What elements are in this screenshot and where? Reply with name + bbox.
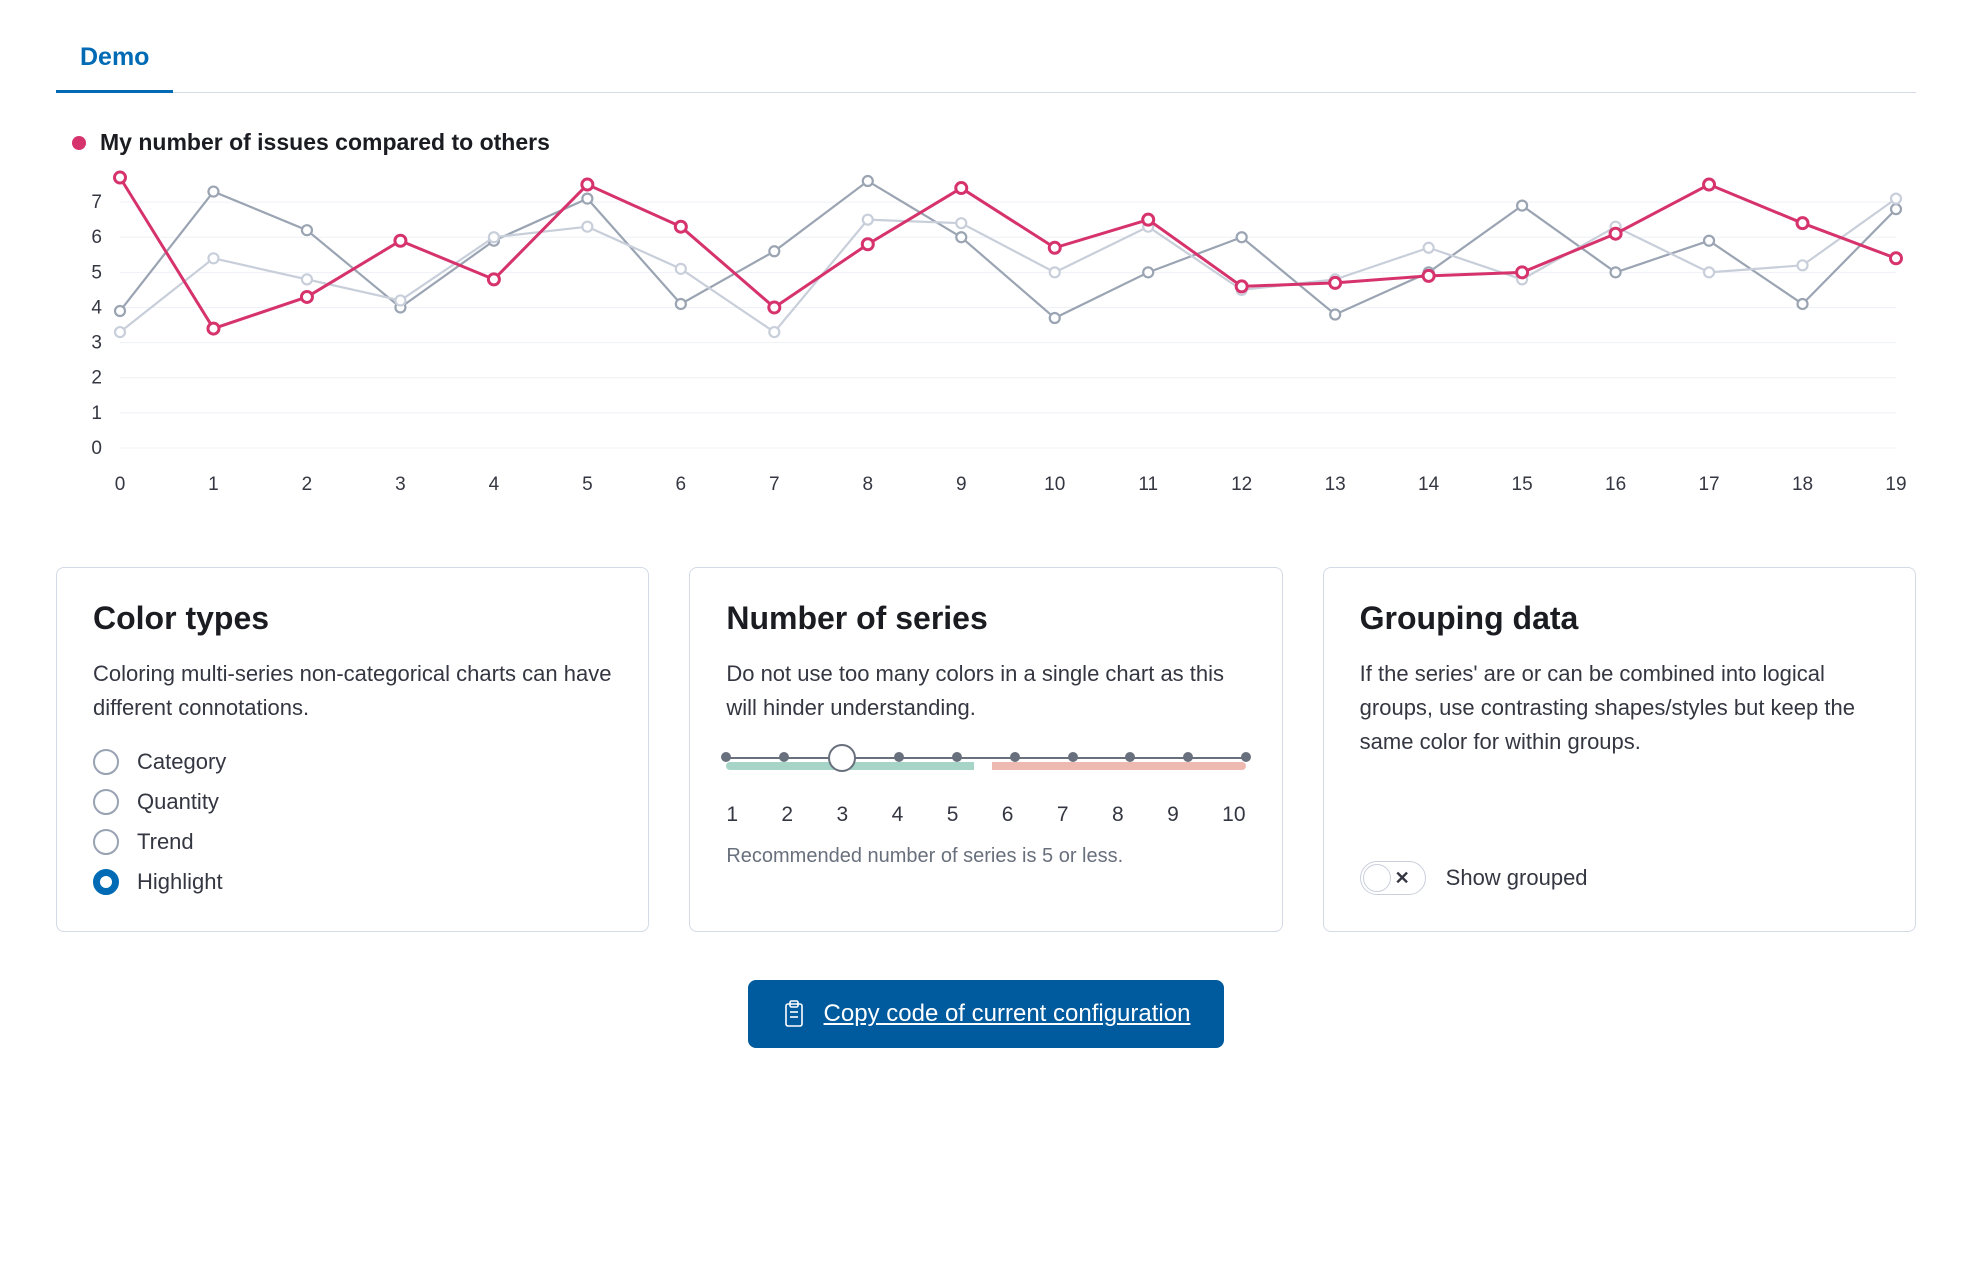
svg-text:4: 4 bbox=[489, 474, 500, 495]
radio-trend[interactable]: Trend bbox=[93, 829, 612, 855]
svg-text:15: 15 bbox=[1512, 474, 1533, 495]
svg-text:6: 6 bbox=[676, 474, 687, 495]
svg-text:5: 5 bbox=[582, 474, 593, 495]
close-icon: ✕ bbox=[1391, 868, 1423, 889]
card-color-types: Color types Coloring multi-series non-ca… bbox=[56, 567, 649, 932]
radio-highlight[interactable]: Highlight bbox=[93, 869, 612, 895]
series-slider[interactable] bbox=[726, 749, 1245, 789]
slider-hint: Recommended number of series is 5 or les… bbox=[726, 845, 1245, 868]
svg-text:14: 14 bbox=[1418, 474, 1440, 495]
card-color-types-title: Color types bbox=[93, 600, 612, 637]
radio-quantity[interactable]: Quantity bbox=[93, 789, 612, 815]
legend-title: My number of issues compared to others bbox=[100, 129, 550, 156]
slider-tick bbox=[779, 752, 789, 762]
slider-tick-label: 4 bbox=[892, 803, 904, 827]
svg-text:6: 6 bbox=[91, 227, 102, 248]
svg-text:7: 7 bbox=[769, 474, 780, 495]
tabs: Demo bbox=[56, 28, 1916, 93]
svg-text:13: 13 bbox=[1325, 474, 1346, 495]
card-grouping: Grouping data If the series' are or can … bbox=[1323, 567, 1916, 932]
slider-tick bbox=[721, 752, 731, 762]
radio-category[interactable]: Category bbox=[93, 749, 612, 775]
slider-tick bbox=[1068, 752, 1078, 762]
radio-circle-icon bbox=[93, 789, 119, 815]
card-grouping-desc: If the series' are or can be combined in… bbox=[1360, 657, 1879, 759]
svg-text:5: 5 bbox=[91, 262, 102, 283]
slider-tick-label: 7 bbox=[1057, 803, 1069, 827]
svg-text:0: 0 bbox=[115, 474, 126, 495]
slider-tick-label: 3 bbox=[837, 803, 849, 827]
svg-text:1: 1 bbox=[208, 474, 219, 495]
radio-circle-icon bbox=[93, 829, 119, 855]
chart-legend: My number of issues compared to others bbox=[72, 129, 1916, 156]
slider-tick-label: 6 bbox=[1002, 803, 1014, 827]
radio-label: Highlight bbox=[137, 869, 223, 895]
slider-tick bbox=[952, 752, 962, 762]
svg-text:4: 4 bbox=[91, 297, 102, 318]
svg-text:1: 1 bbox=[91, 403, 102, 424]
slider-tick-label: 9 bbox=[1167, 803, 1179, 827]
card-color-types-desc: Coloring multi-series non-categorical ch… bbox=[93, 657, 612, 725]
svg-text:3: 3 bbox=[91, 333, 102, 354]
slider-tick bbox=[1010, 752, 1020, 762]
tab-demo[interactable]: Demo bbox=[56, 29, 173, 93]
svg-text:2: 2 bbox=[91, 368, 102, 389]
radio-label: Trend bbox=[137, 829, 194, 855]
radio-label: Quantity bbox=[137, 789, 219, 815]
slider-tick bbox=[1125, 752, 1135, 762]
slider-tick-label: 8 bbox=[1112, 803, 1124, 827]
grouping-toggle[interactable]: ✕ bbox=[1360, 861, 1426, 895]
line-chart: 01234567012345678910111213141516171819 bbox=[56, 164, 1916, 509]
card-grouping-title: Grouping data bbox=[1360, 600, 1879, 637]
svg-text:12: 12 bbox=[1231, 474, 1252, 495]
svg-text:9: 9 bbox=[956, 474, 967, 495]
copy-config-button[interactable]: Copy code of current configuration bbox=[748, 980, 1225, 1048]
svg-text:11: 11 bbox=[1138, 474, 1158, 495]
card-num-series-title: Number of series bbox=[726, 600, 1245, 637]
svg-text:17: 17 bbox=[1698, 474, 1719, 495]
toggle-thumb bbox=[1363, 864, 1391, 892]
clipboard-icon bbox=[782, 1000, 806, 1028]
slider-tick bbox=[1241, 752, 1251, 762]
grouping-toggle-label: Show grouped bbox=[1446, 865, 1588, 891]
svg-text:16: 16 bbox=[1605, 474, 1626, 495]
svg-text:7: 7 bbox=[91, 192, 102, 213]
radio-circle-icon bbox=[93, 749, 119, 775]
svg-text:8: 8 bbox=[863, 474, 874, 495]
svg-text:2: 2 bbox=[302, 474, 313, 495]
svg-text:3: 3 bbox=[395, 474, 406, 495]
slider-tick-label: 1 bbox=[726, 803, 738, 827]
svg-text:0: 0 bbox=[91, 438, 102, 459]
copy-config-label: Copy code of current configuration bbox=[824, 1000, 1191, 1028]
slider-tick-label: 2 bbox=[781, 803, 793, 827]
radio-label: Category bbox=[137, 749, 226, 775]
svg-text:18: 18 bbox=[1792, 474, 1813, 495]
svg-text:10: 10 bbox=[1044, 474, 1065, 495]
radio-circle-icon bbox=[93, 869, 119, 895]
card-num-series: Number of series Do not use too many col… bbox=[689, 567, 1282, 932]
slider-tick-label: 10 bbox=[1222, 803, 1245, 827]
slider-handle[interactable] bbox=[828, 744, 856, 772]
legend-dot-icon bbox=[72, 136, 86, 150]
svg-text:19: 19 bbox=[1885, 474, 1906, 495]
card-num-series-desc: Do not use too many colors in a single c… bbox=[726, 657, 1245, 725]
slider-tick-label: 5 bbox=[947, 803, 959, 827]
slider-tick bbox=[894, 752, 904, 762]
slider-tick bbox=[1183, 752, 1193, 762]
